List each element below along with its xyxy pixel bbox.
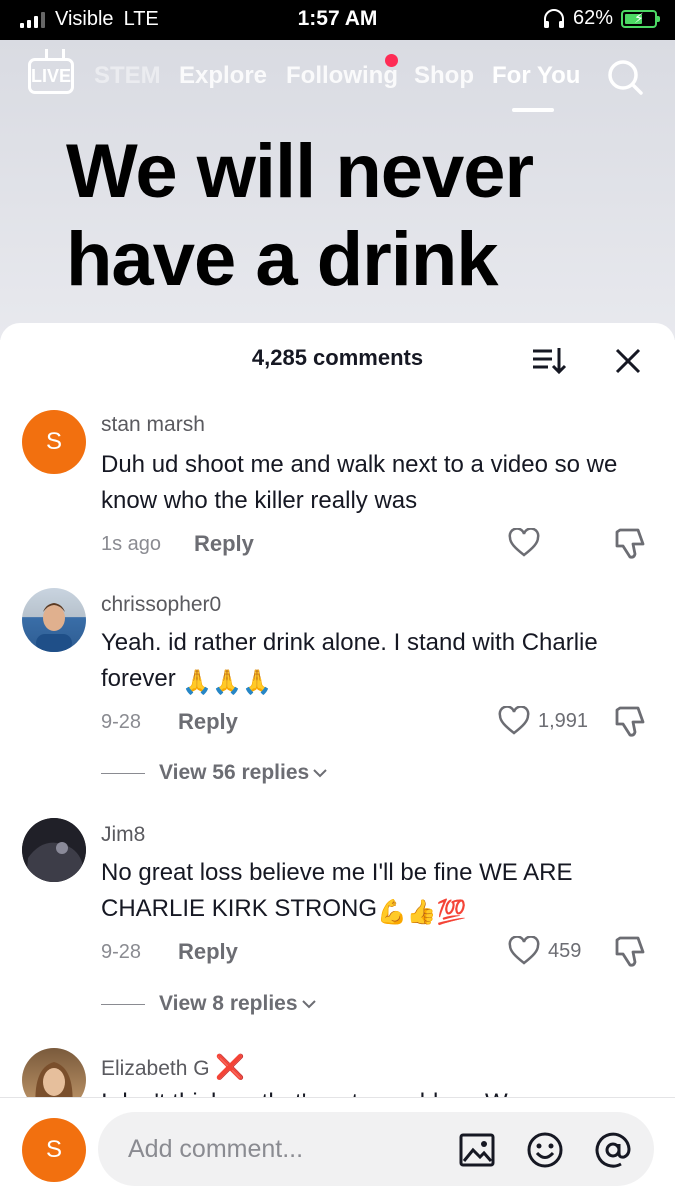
close-icon[interactable] xyxy=(612,345,644,377)
live-icon[interactable]: LIVE xyxy=(28,58,74,94)
following-notification-dot xyxy=(385,54,398,67)
comment-username[interactable]: Elizabeth G ❌ xyxy=(101,1053,245,1082)
user-avatar[interactable]: S xyxy=(22,1118,86,1182)
emoji-group: 💪👍💯 xyxy=(377,899,467,926)
comment-username[interactable]: stan marsh xyxy=(101,413,205,437)
headphones-icon xyxy=(543,8,564,28)
x-badge-icon: ❌ xyxy=(215,1054,246,1081)
comment-date: 1s ago xyxy=(101,533,162,555)
status-right: 62% ⚡ xyxy=(543,7,660,30)
caption-line-1: We will never xyxy=(66,129,534,214)
view-replies-label: View 56 replies xyxy=(159,761,310,784)
search-icon[interactable] xyxy=(606,58,644,96)
comment-item: chrissopher0 Yeah. id rather drink alone… xyxy=(0,585,675,805)
comment-text-body: No great loss believe me I'll be fine WE… xyxy=(101,859,573,922)
tab-stem[interactable]: STEM xyxy=(94,62,161,90)
avatar[interactable]: S xyxy=(22,410,86,474)
comment-text: No great loss believe me I'll be fine WE… xyxy=(101,855,656,931)
divider xyxy=(101,1003,145,1005)
chevron-down-icon xyxy=(301,1000,316,1009)
comment-text: Yeah. id rather drink alone. I stand wit… xyxy=(101,625,656,701)
reply-button[interactable]: Reply xyxy=(178,709,238,735)
like-count: 459 xyxy=(548,939,582,962)
view-replies-label: View 8 replies xyxy=(159,992,298,1015)
chevron-down-icon xyxy=(313,769,327,778)
like-count: 1,991 xyxy=(538,709,589,732)
reply-button[interactable]: Reply xyxy=(178,939,238,965)
status-bar: Visible LTE 1:57 AM 62% ⚡ xyxy=(0,0,675,40)
sort-icon[interactable] xyxy=(530,343,568,377)
divider xyxy=(101,772,145,774)
comment-username[interactable]: chrissopher0 xyxy=(101,593,221,617)
view-replies-button[interactable]: View 8 replies xyxy=(101,992,316,1016)
comments-sheet: 4,285 comments S stan marsh Duh ud shoot… xyxy=(0,323,675,1200)
avatar-photo xyxy=(36,603,72,652)
live-label: LIVE xyxy=(31,66,72,86)
reply-button[interactable]: Reply xyxy=(194,531,254,557)
caption-line-2: have a drink xyxy=(66,217,499,302)
dislike-icon[interactable] xyxy=(612,705,648,739)
heart-icon xyxy=(498,706,530,735)
comment-item: Elizabeth G ❌ I don't think so that's no… xyxy=(0,1045,675,1116)
like-button[interactable]: 1,991 xyxy=(498,706,588,736)
comment-date: 9-28 xyxy=(101,711,142,733)
active-tab-indicator xyxy=(512,108,554,112)
like-button[interactable] xyxy=(508,528,540,558)
video-caption: We will never have a drink xyxy=(66,128,534,304)
avatar[interactable] xyxy=(22,818,86,882)
tab-explore[interactable]: Explore xyxy=(179,62,267,90)
tab-shop[interactable]: Shop xyxy=(414,62,474,90)
comment-count: 4,285 comments xyxy=(251,345,424,370)
like-button[interactable]: 459 xyxy=(508,936,581,966)
comment-text-body: Yeah. id rather drink alone. I stand wit… xyxy=(101,629,598,692)
battery-percent: 62% xyxy=(572,7,613,29)
dislike-icon[interactable] xyxy=(612,935,648,969)
tab-following[interactable]: Following xyxy=(286,62,398,90)
comment-input-bar: S xyxy=(0,1097,675,1200)
heart-icon xyxy=(508,936,540,965)
comment-input[interactable] xyxy=(128,1129,448,1169)
image-icon[interactable] xyxy=(458,1131,496,1169)
comment-input-container[interactable] xyxy=(98,1112,654,1186)
top-navigation: LIVE STEM Explore Following Shop For You xyxy=(0,52,675,112)
heart-icon xyxy=(508,528,540,557)
battery-icon: ⚡ xyxy=(621,9,660,28)
comments-header: 4,285 comments xyxy=(0,323,675,393)
view-replies-button[interactable]: View 56 replies xyxy=(101,761,327,785)
comment-item: S stan marsh Duh ud shoot me and walk ne… xyxy=(0,407,675,577)
comment-username[interactable]: Jim8 xyxy=(101,823,145,847)
tab-for-you[interactable]: For You xyxy=(492,62,580,90)
dislike-icon[interactable] xyxy=(612,527,648,561)
avatar-photo xyxy=(22,818,86,882)
comment-text: Duh ud shoot me and walk next to a video… xyxy=(101,451,618,514)
emoji-icon[interactable] xyxy=(526,1131,564,1169)
praying-hands-emoji: 🙏🙏🙏 xyxy=(182,669,273,696)
mention-icon[interactable] xyxy=(594,1131,632,1169)
comment-item: Jim8 No great loss believe me I'll be fi… xyxy=(0,815,675,1035)
comment-date: 9-28 xyxy=(101,941,142,963)
avatar[interactable] xyxy=(22,588,86,652)
username-label: Elizabeth G xyxy=(101,1057,210,1080)
